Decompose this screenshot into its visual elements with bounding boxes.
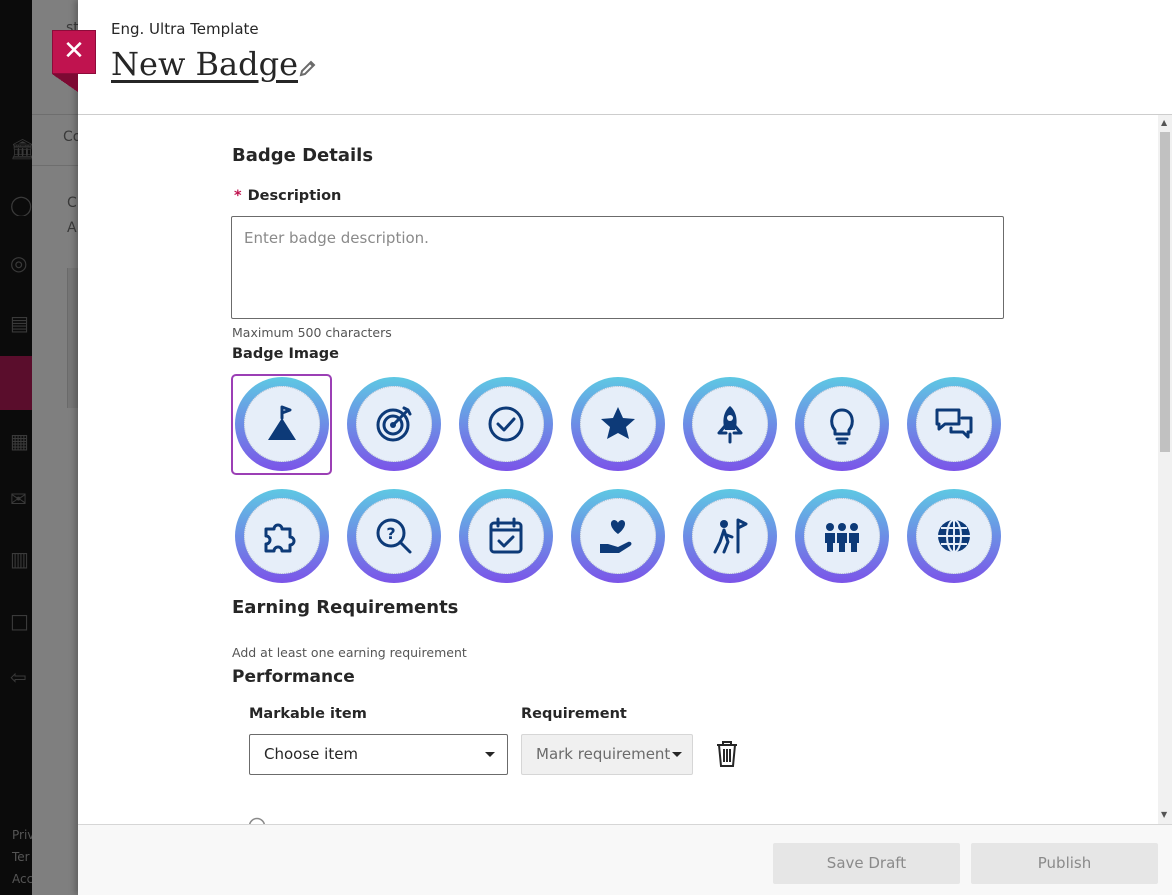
badge-image-star[interactable] [571, 377, 665, 471]
profile-icon[interactable]: ◯ [10, 194, 32, 216]
trash-icon[interactable] [715, 740, 739, 768]
badge-image-hand-heart[interactable] [571, 489, 665, 583]
badge-image-inner [804, 498, 880, 574]
badge-image-inner [916, 386, 992, 462]
lightbulb-icon [830, 408, 854, 445]
puzzle-icon [264, 523, 296, 553]
earning-hint: Add at least one earning requirement [232, 645, 467, 660]
badge-image-inner [244, 386, 320, 462]
scroll-down-icon[interactable]: ▼ [1161, 810, 1167, 819]
group-icon [825, 523, 859, 552]
requirement-label: Requirement [521, 706, 627, 722]
badge-image-inner [244, 498, 320, 574]
person-flag-icon [713, 518, 748, 554]
badge-image-inner [692, 386, 768, 462]
badge-image-globe[interactable] [907, 489, 1001, 583]
markable-item-select[interactable]: Choose item [249, 734, 508, 775]
badge-title[interactable]: New Badge [111, 45, 298, 83]
rocket-icon [717, 406, 743, 444]
performance-heading: Performance [232, 667, 355, 687]
badge-image-chat-bubbles[interactable] [907, 377, 1001, 471]
requirement-value: Mark requirement [536, 745, 671, 763]
badge-image-puzzle[interactable] [235, 489, 329, 583]
institution-icon[interactable]: 🏛 [10, 138, 32, 160]
description-label: * Description [234, 188, 341, 204]
badge-image-rocket[interactable] [683, 377, 777, 471]
badge-image-lightbulb[interactable] [795, 377, 889, 471]
terms-link[interactable]: Ter [12, 850, 30, 864]
scrollbar-thumb[interactable] [1160, 132, 1170, 452]
earning-requirements-heading: Earning Requirements [232, 597, 459, 618]
chat-bubbles-icon [935, 408, 973, 439]
badge-image-inner [580, 498, 656, 574]
close-button-fold [52, 74, 78, 92]
required-mark: * [234, 188, 242, 204]
background-overlay: st Co C A [32, 0, 78, 895]
badge-image-check-circle[interactable] [459, 377, 553, 471]
badge-image-inner [468, 498, 544, 574]
active-nav-item[interactable] [0, 356, 32, 410]
badge-image-inner [916, 498, 992, 574]
badge-image-mountain-flag[interactable] [235, 377, 329, 471]
grades-icon[interactable]: ▥ [10, 548, 32, 570]
globe-icon[interactable]: ◎ [10, 252, 32, 274]
description-label-text: Description [247, 188, 342, 204]
badge-details-heading: Badge Details [232, 145, 374, 166]
panel-header: Eng. Ultra Template New Badge [78, 0, 1172, 115]
target-icon [376, 406, 412, 442]
markable-item-label: Markable item [249, 706, 367, 722]
description-hint: Maximum 500 characters [232, 325, 392, 340]
background-text: Co [63, 129, 78, 145]
background-text: A [67, 220, 77, 236]
panel-footer: Save Draft Publish [78, 824, 1172, 895]
badge-image-person-flag[interactable] [683, 489, 777, 583]
badge-image-target[interactable] [347, 377, 441, 471]
badge-image-label: Badge Image [232, 346, 339, 362]
badge-image-inner [804, 386, 880, 462]
globe-icon [938, 519, 970, 553]
description-input[interactable] [231, 216, 1004, 319]
chevron-down-icon [485, 752, 495, 757]
badge-image-calendar-check[interactable] [459, 489, 553, 583]
svg-text:?: ? [386, 524, 395, 543]
badge-image-inner [468, 386, 544, 462]
check-circle-icon [488, 406, 524, 442]
background-text: C [67, 195, 77, 211]
course-name: Eng. Ultra Template [111, 20, 259, 38]
scroll-up-icon[interactable]: ▲ [1161, 118, 1167, 127]
badge-image-inner: ? [356, 498, 432, 574]
badge-image-inner [692, 498, 768, 574]
requirement-select[interactable]: Mark requirement [521, 734, 693, 775]
sign-out-icon[interactable]: ⇦ [10, 666, 32, 688]
close-panel-button[interactable]: ✕ [52, 30, 96, 74]
pencil-icon[interactable] [298, 58, 318, 78]
badge-image-inner [580, 386, 656, 462]
badge-image-group[interactable] [795, 489, 889, 583]
activity-icon[interactable]: ▤ [10, 312, 32, 334]
messages-icon[interactable]: ✉ [10, 488, 32, 510]
calendar-icon[interactable]: ▦ [10, 430, 32, 452]
background-card [67, 268, 78, 408]
chevron-down-icon [672, 752, 682, 757]
star-icon [601, 407, 635, 439]
tools-icon[interactable]: □ [10, 610, 32, 632]
badge-image-inner [356, 386, 432, 462]
badge-image-search-question[interactable]: ? [347, 489, 441, 583]
markable-item-value: Choose item [264, 745, 359, 763]
new-badge-panel: Eng. Ultra Template New Badge Badge Deta… [78, 0, 1172, 895]
mountain-flag-icon [268, 405, 296, 440]
hand-heart-icon [600, 520, 632, 553]
close-icon: ✕ [63, 36, 85, 66]
publish-button[interactable]: Publish [971, 843, 1158, 884]
search-question-icon: ? [376, 518, 412, 554]
base-navigation-rail: 🏛 ◯ ◎ ▤ ▦ ✉ ▥ □ ⇦ Priv Ter Acc [0, 0, 34, 895]
save-draft-button[interactable]: Save Draft [773, 843, 960, 884]
accessibility-link[interactable]: Acc [12, 872, 33, 886]
calendar-check-icon [489, 517, 523, 554]
